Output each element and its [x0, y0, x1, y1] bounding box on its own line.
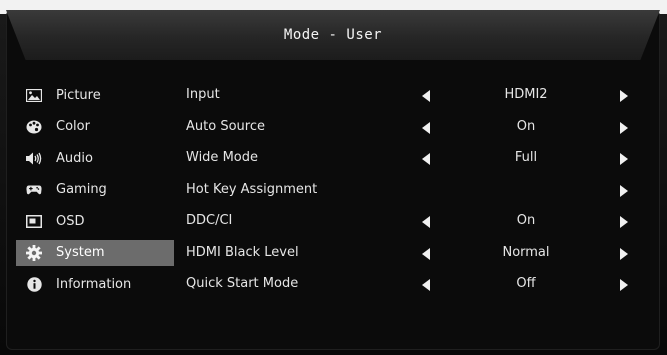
- osd-icon: [26, 214, 42, 228]
- setting-value: HDMI2: [504, 87, 548, 102]
- setting-row-wide-mode[interactable]: Wide Mode Full: [186, 145, 656, 171]
- sidebar-item-label: Gaming: [56, 182, 107, 197]
- right-arrow-icon[interactable]: [620, 279, 628, 291]
- sidebar: Picture Color Audio Gaming OSD System In…: [16, 82, 174, 303]
- sidebar-item-audio[interactable]: Audio: [16, 145, 174, 171]
- sidebar-item-information[interactable]: Information: [16, 271, 174, 297]
- left-arrow-icon[interactable]: [422, 247, 430, 260]
- osd-menu: Mode - User Picture Color Audio Gaming O…: [6, 10, 660, 350]
- setting-value: On: [516, 118, 536, 134]
- gear-icon: [26, 244, 42, 261]
- setting-value: Normal: [502, 244, 550, 260]
- sidebar-item-picture[interactable]: Picture: [16, 82, 174, 108]
- right-arrow-icon[interactable]: [620, 247, 628, 260]
- left-arrow-icon[interactable]: [422, 279, 430, 291]
- settings-list: Input HDMI2 Auto Source On Wide Mode Ful…: [186, 82, 656, 303]
- setting-value: Off: [516, 276, 536, 291]
- palette-icon: [26, 120, 42, 134]
- speaker-icon: [26, 151, 42, 165]
- setting-row-ddc-ci[interactable]: DDC/CI On: [186, 208, 656, 234]
- sidebar-item-label: Color: [56, 119, 90, 134]
- setting-row-input[interactable]: Input HDMI2: [186, 82, 656, 108]
- sidebar-item-osd[interactable]: OSD: [16, 208, 174, 234]
- setting-label: DDC/CI: [186, 213, 233, 228]
- gamepad-icon: [26, 183, 42, 197]
- setting-label: Hot Key Assignment: [186, 181, 318, 197]
- sidebar-item-gaming[interactable]: Gaming: [16, 177, 174, 203]
- right-arrow-icon[interactable]: [620, 184, 628, 197]
- setting-label: Wide Mode: [186, 150, 258, 165]
- right-arrow-icon[interactable]: [620, 121, 628, 134]
- setting-row-auto-source[interactable]: Auto Source On: [186, 114, 656, 140]
- left-arrow-icon[interactable]: [422, 216, 430, 228]
- setting-label: Input: [186, 87, 220, 102]
- right-arrow-icon[interactable]: [620, 90, 628, 102]
- left-arrow-icon[interactable]: [422, 90, 430, 102]
- sidebar-item-label: OSD: [56, 213, 85, 229]
- right-arrow-icon[interactable]: [620, 153, 628, 165]
- picture-icon: [26, 88, 42, 102]
- sidebar-item-label: System: [56, 245, 105, 260]
- sidebar-item-label: Audio: [56, 150, 93, 166]
- setting-row-hot-key-assignment[interactable]: Hot Key Assignment: [186, 177, 656, 203]
- sidebar-item-label: Picture: [56, 87, 101, 103]
- left-arrow-icon[interactable]: [422, 153, 430, 165]
- sidebar-item-system[interactable]: System: [16, 239, 174, 266]
- setting-row-hdmi-black-level[interactable]: HDMI Black Level Normal: [186, 240, 656, 266]
- sidebar-item-color[interactable]: Color: [16, 114, 174, 140]
- info-icon: [26, 276, 42, 292]
- left-arrow-icon[interactable]: [422, 121, 430, 134]
- setting-label: Auto Source: [186, 118, 265, 134]
- setting-label: HDMI Black Level: [186, 244, 299, 260]
- mode-title: Mode - User: [283, 27, 383, 43]
- right-arrow-icon[interactable]: [620, 216, 628, 228]
- mode-title-bar: Mode - User: [6, 10, 660, 60]
- sidebar-item-label: Information: [56, 276, 132, 292]
- setting-value: On: [516, 213, 536, 228]
- setting-label: Quick Start Mode: [186, 276, 299, 291]
- setting-row-quick-start-mode[interactable]: Quick Start Mode Off: [186, 271, 656, 297]
- setting-value: Full: [514, 150, 538, 165]
